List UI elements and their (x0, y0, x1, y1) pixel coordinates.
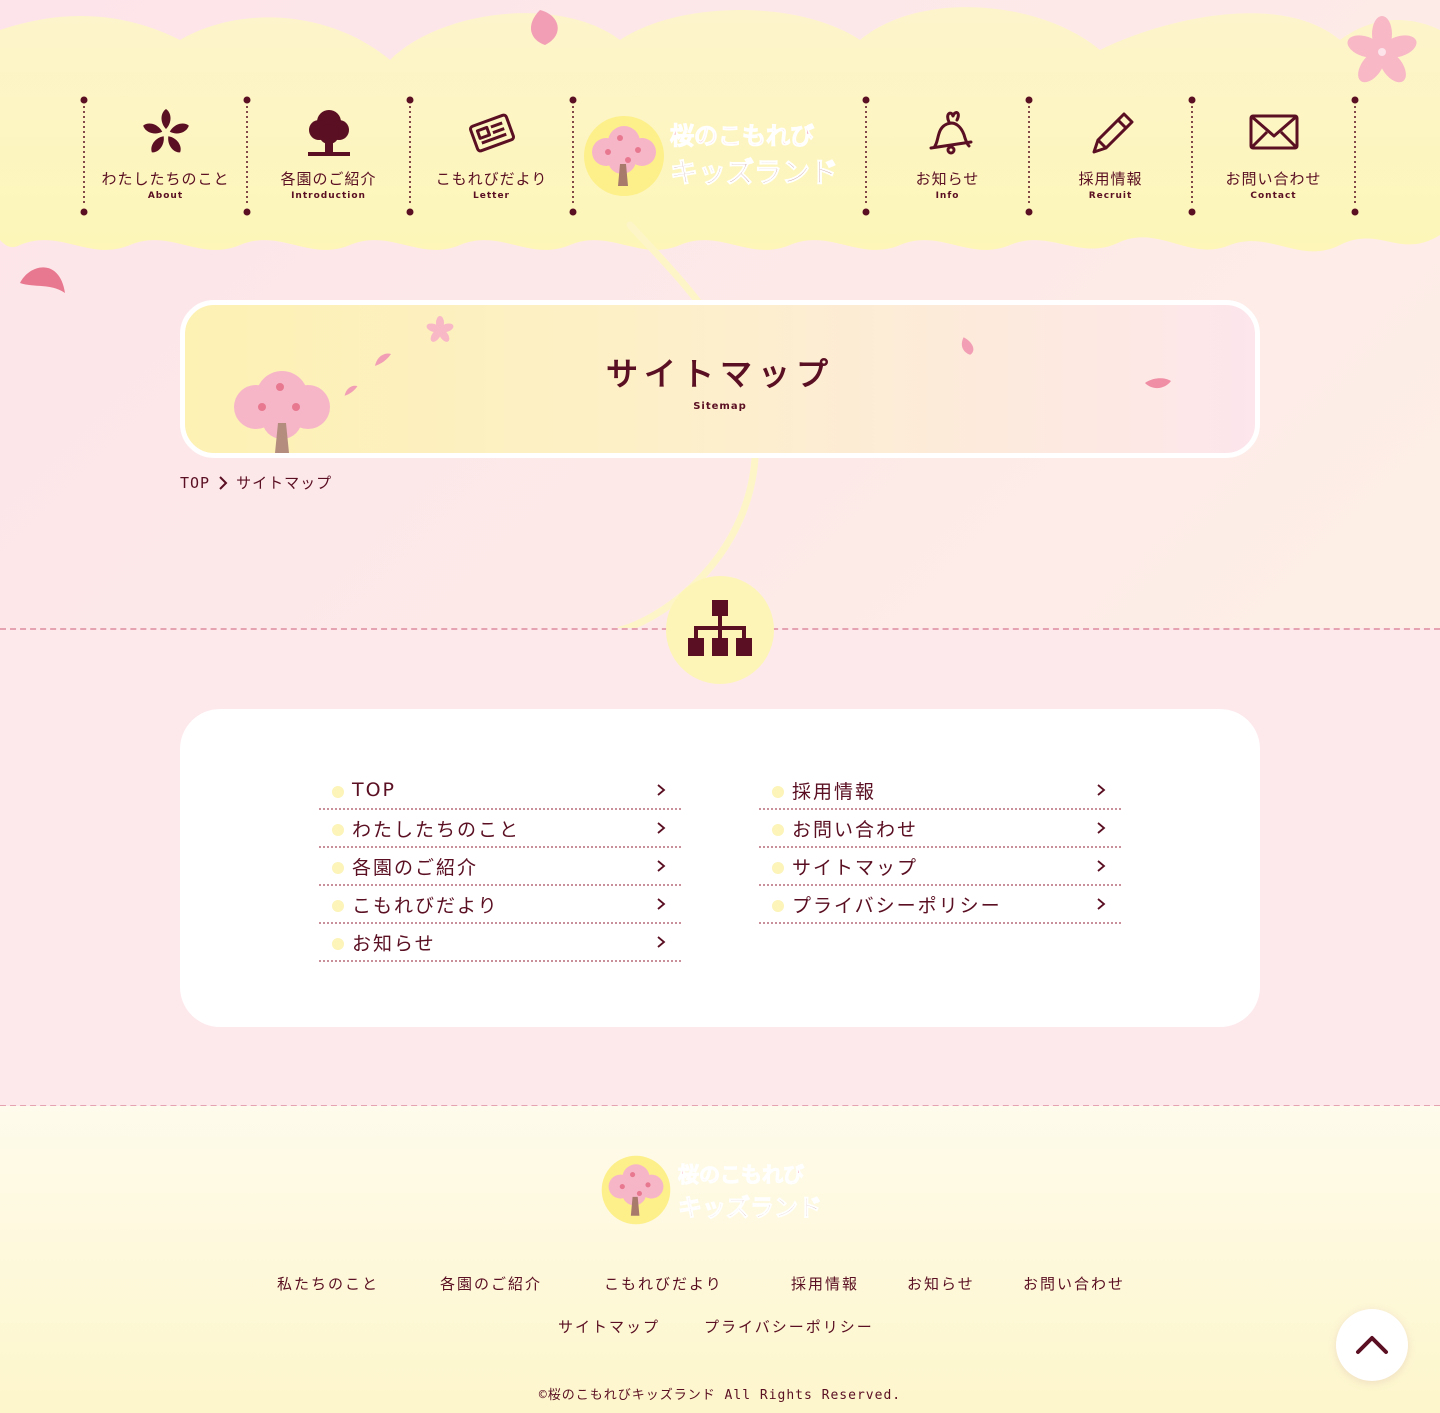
chevron-right-icon (657, 936, 666, 948)
sitemap-link-privacy[interactable]: プライバシーポリシー (759, 886, 1121, 924)
logo-tree-icon (601, 1155, 671, 1225)
chevron-right-icon (1097, 784, 1106, 796)
footer-link-sitemap[interactable]: サイトマップ (558, 1316, 660, 1337)
sakura-decoration (426, 316, 454, 342)
svg-text:キッズランド: キッズランド (670, 156, 838, 189)
svg-text:桜のこもれび: 桜のこもれび (670, 122, 814, 150)
bullet-dot (772, 900, 784, 912)
svg-text:キッズランド: キッズランド (678, 1194, 822, 1222)
site-logo[interactable]: 桜のこもれび キッズランド (582, 110, 862, 200)
page-subtitle: Sitemap (693, 401, 747, 412)
bullet-dot (772, 786, 784, 798)
sitemap-link-label: TOP (352, 779, 397, 801)
footer-link-contact[interactable]: お問い合わせ (1023, 1273, 1125, 1294)
newspaper-icon (468, 113, 515, 153)
nav-sublabel: Introduction (291, 191, 366, 201)
nav-sublabel: Info (935, 191, 960, 201)
sitemap-badge (666, 576, 774, 684)
nav-label: お問い合わせ (1225, 170, 1322, 188)
bullet-dot (772, 862, 784, 874)
footer-link-introduction[interactable]: 各園のご紹介 (440, 1273, 542, 1294)
nav-label: わたしたちのこと (101, 170, 230, 188)
chevron-right-icon (657, 898, 666, 910)
sitemap-list-right: 採用情報 お問い合わせ サイトマップ プライバシーポリシー (759, 772, 1121, 924)
sitemap-link-label: こもれびだより (352, 894, 499, 917)
sitemap-link-info[interactable]: お知らせ (319, 924, 681, 962)
sitemap-link-recruit[interactable]: 採用情報 (759, 772, 1121, 810)
page-hero: サイトマップ Sitemap (180, 300, 1260, 458)
breadcrumb-current: サイトマップ (236, 474, 333, 492)
sitemap-link-letter[interactable]: こもれびだより (319, 886, 681, 924)
bullet-dot (332, 938, 344, 950)
sakura-icon (142, 109, 189, 153)
nav-item-introduction[interactable]: 各園のご紹介 Introduction (247, 96, 410, 214)
bell-icon (929, 111, 972, 155)
bullet-dot (332, 824, 344, 836)
footer-logo[interactable]: 桜のこもれび キッズランド (600, 1152, 840, 1228)
chevron-right-icon (219, 475, 228, 490)
nav-sublabel: About (147, 191, 184, 201)
breadcrumb-home-link[interactable]: TOP (180, 474, 210, 492)
chevron-right-icon (657, 822, 666, 834)
nav-item-contact[interactable]: お問い合わせ Contact (1192, 96, 1355, 214)
envelope-icon (1249, 114, 1298, 150)
logo-wordmark: 桜のこもれび キッズランド (678, 1163, 823, 1223)
nav-item-info[interactable]: お知らせ Info (866, 96, 1029, 214)
chevron-right-icon (657, 860, 666, 872)
footer-link-about[interactable]: 私たちのこと (277, 1273, 379, 1294)
bullet-dot (772, 824, 784, 836)
chevron-right-icon (1097, 860, 1106, 872)
chevron-right-icon (657, 784, 666, 796)
chevron-right-icon (1097, 822, 1106, 834)
sitemap-link-label: 各園のご紹介 (352, 856, 479, 879)
logo-wordmark: 桜のこもれび キッズランド (670, 122, 839, 190)
nav-item-recruit[interactable]: 採用情報 Recruit (1029, 96, 1192, 214)
copyright: ©桜のこもれびキッズランド All Rights Reserved. (538, 1388, 902, 1403)
sitemap-link-sitemap[interactable]: サイトマップ (759, 848, 1121, 886)
footer-link-letter[interactable]: こもれびだより (604, 1273, 723, 1294)
sitemap-link-label: お知らせ (352, 932, 436, 955)
sitemap-link-label: サイトマップ (792, 856, 919, 879)
sitemap-link-contact[interactable]: お問い合わせ (759, 810, 1121, 848)
sitemap-link-label: 採用情報 (792, 780, 877, 803)
footer-link-privacy[interactable]: プライバシーポリシー (704, 1316, 874, 1337)
chevron-up-icon (1356, 1336, 1388, 1354)
svg-text:桜のこもれび: 桜のこもれび (678, 1163, 804, 1187)
sitemap-link-label: プライバシーポリシー (792, 894, 1002, 917)
nav-sublabel: Recruit (1088, 191, 1133, 201)
pencil-icon (1092, 112, 1133, 154)
logo-tree-icon (584, 116, 664, 196)
footer-link-info[interactable]: お知らせ (907, 1273, 975, 1294)
sitemap-link-about[interactable]: わたしたちのこと (319, 810, 681, 848)
bullet-dot (332, 786, 344, 798)
nav-item-letter[interactable]: こもれびだより Letter (410, 96, 573, 214)
chevron-right-icon (1097, 898, 1106, 910)
nav-label: 採用情報 (1078, 170, 1143, 188)
sitemap-link-introduction[interactable]: 各園のご紹介 (319, 848, 681, 886)
petal-decoration-left (20, 267, 65, 293)
back-to-top-button[interactable] (1336, 1309, 1408, 1381)
breadcrumb: TOP サイトマップ (180, 472, 332, 493)
bullet-dot (332, 862, 344, 874)
tree-icon (307, 110, 350, 156)
bullet-dot (332, 900, 344, 912)
nav-label: お知らせ (915, 170, 980, 188)
nav-label: 各園のご紹介 (280, 170, 377, 188)
nav-label: こもれびだより (435, 170, 548, 188)
sitemap-icon (688, 600, 752, 656)
nav-item-about[interactable]: わたしたちのこと About (84, 96, 247, 214)
page-title: サイトマップ (605, 355, 834, 393)
nav-sublabel: Contact (1250, 191, 1297, 201)
nav-sublabel: Letter (473, 191, 510, 201)
sitemap-link-label: お問い合わせ (792, 818, 919, 841)
sitemap-link-top[interactable]: TOP (319, 772, 681, 810)
sitemap-link-label: わたしたちのこと (352, 818, 521, 841)
sitemap-list-left: TOP わたしたちのこと 各園のご紹介 こもれびだより お知らせ (319, 772, 681, 962)
footer-link-recruit[interactable]: 採用情報 (791, 1273, 859, 1294)
